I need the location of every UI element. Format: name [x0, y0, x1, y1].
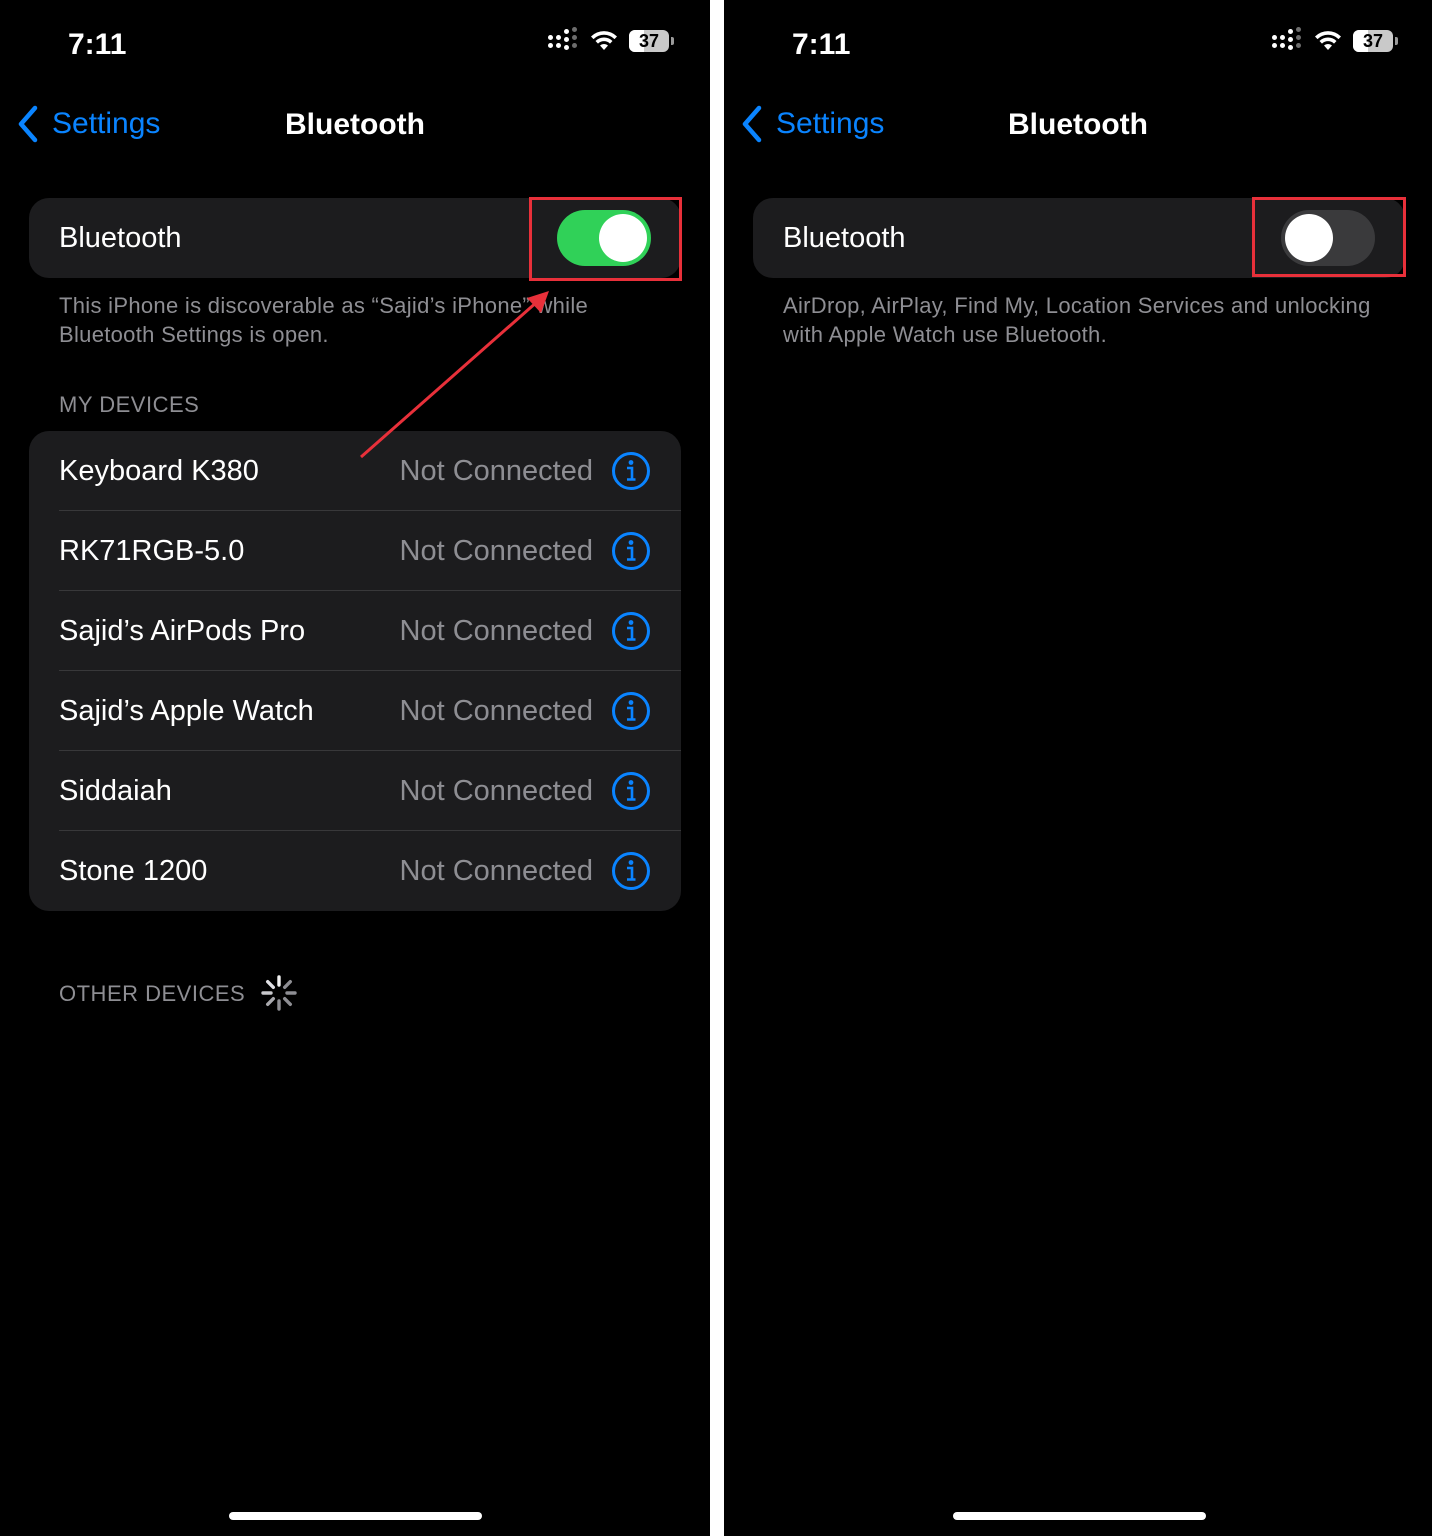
cellular-signal-icon: [548, 26, 577, 50]
status-icons: 37: [548, 26, 674, 52]
device-name: Sajid’s AirPods Pro: [59, 614, 306, 647]
toggle-highlight-box: [529, 197, 682, 281]
bluetooth-toggle-label: Bluetooth: [783, 221, 906, 254]
my-devices-header: MY DEVICES: [59, 392, 200, 417]
info-circle-icon[interactable]: [611, 611, 651, 651]
wifi-icon: [591, 31, 617, 50]
device-status: Not Connected: [399, 854, 593, 887]
left-screen: 7:11 37 Settings Bluetooth Bluetooth Thi…: [0, 0, 710, 1536]
device-row[interactable]: Sajid’s AirPods Pro Not Connected: [29, 591, 681, 671]
device-status: Not Connected: [399, 614, 593, 647]
toggle-highlight-box: [1252, 197, 1406, 277]
device-row[interactable]: RK71RGB-5.0 Not Connected: [29, 511, 681, 591]
my-devices-list: Keyboard K380 Not Connected RK71RGB-5.0 …: [29, 431, 681, 911]
device-status: Not Connected: [399, 534, 593, 567]
device-row[interactable]: Stone 1200 Not Connected: [29, 831, 681, 911]
device-name: Sajid’s Apple Watch: [59, 694, 314, 727]
info-circle-icon[interactable]: [611, 451, 651, 491]
page-title: Bluetooth: [1008, 108, 1148, 141]
battery-percent: 37: [638, 31, 660, 51]
cellular-signal-icon: [1272, 26, 1301, 50]
device-name: RK71RGB-5.0: [59, 534, 245, 567]
device-status: Not Connected: [399, 454, 593, 487]
other-devices-header: OTHER DEVICES: [59, 981, 246, 1006]
info-circle-icon[interactable]: [611, 691, 651, 731]
battery-icon: 37: [629, 30, 669, 52]
right-screen: 7:11 37 Settings Bluetooth Bluetooth Air…: [724, 0, 1432, 1536]
battery-percent: 37: [1362, 31, 1384, 51]
device-status: Not Connected: [399, 774, 593, 807]
activity-spinner-icon: [261, 975, 297, 1011]
discoverable-footnote: This iPhone is discoverable as “Sajid’s …: [59, 293, 589, 347]
home-indicator[interactable]: [953, 1512, 1206, 1520]
device-row[interactable]: Siddaiah Not Connected: [29, 751, 681, 831]
status-time: 7:11: [68, 28, 127, 61]
status-time: 7:11: [792, 28, 851, 61]
device-status: Not Connected: [399, 694, 593, 727]
wifi-icon: [1315, 31, 1341, 50]
device-name: Keyboard K380: [59, 454, 259, 487]
battery-icon: 37: [1353, 30, 1393, 52]
bluetooth-toggle-label: Bluetooth: [59, 221, 182, 254]
info-circle-icon[interactable]: [611, 851, 651, 891]
info-circle-icon[interactable]: [611, 771, 651, 811]
device-row[interactable]: Sajid’s Apple Watch Not Connected: [29, 671, 681, 751]
device-row[interactable]: Keyboard K380 Not Connected: [29, 431, 681, 511]
home-indicator[interactable]: [229, 1512, 482, 1520]
device-name: Stone 1200: [59, 854, 208, 887]
device-name: Siddaiah: [59, 774, 172, 807]
bluetooth-usage-footnote: AirDrop, AirPlay, Find My, Location Serv…: [783, 293, 1371, 347]
info-circle-icon[interactable]: [611, 531, 651, 571]
status-icons: 37: [1272, 26, 1398, 52]
page-title: Bluetooth: [285, 108, 425, 141]
